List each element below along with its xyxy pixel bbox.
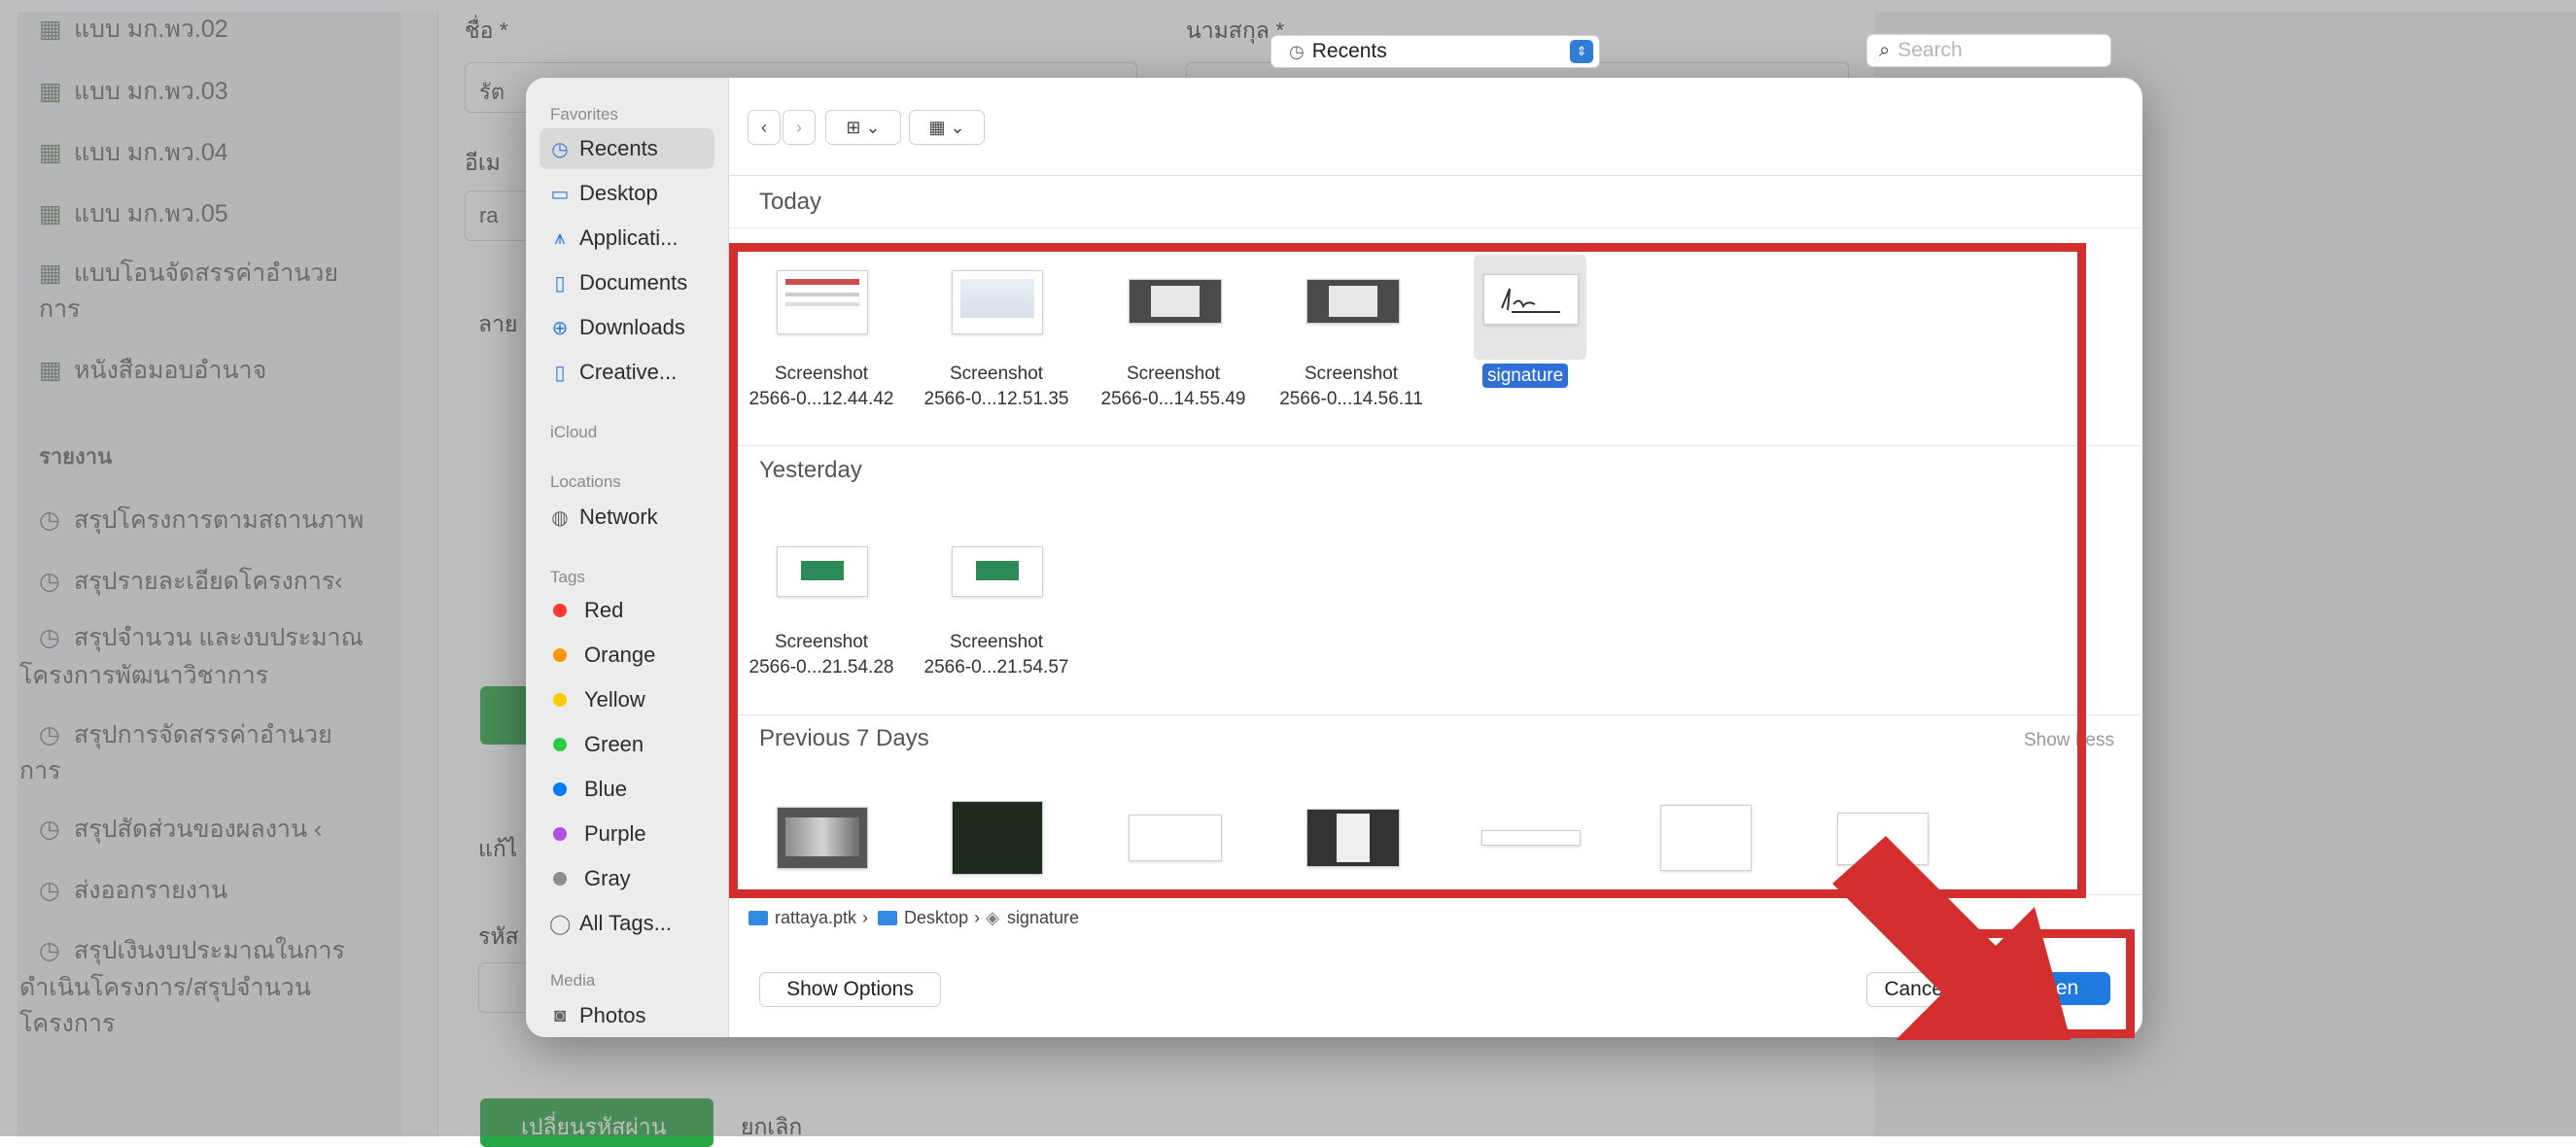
document-icon: ▯ [554, 272, 566, 295]
folder-icon [878, 910, 898, 925]
grid-view-icon: ⊞ ⌄ [846, 117, 881, 137]
search-icon: ⌕ [1879, 39, 1891, 61]
icloud-heading: iCloud [550, 423, 598, 441]
arrow-icon [1832, 836, 2071, 1040]
file-icon: ▯ [554, 362, 566, 384]
group-by-button[interactable]: ▦ ⌄ [909, 110, 985, 145]
tag-purple[interactable]: Purple [540, 814, 714, 854]
search-input[interactable]: ⌕ Search [1866, 34, 2111, 67]
locations-heading: Locations [550, 472, 621, 491]
favorites-heading: Favorites [550, 105, 618, 123]
folder-icon [748, 910, 768, 925]
separator [729, 227, 2141, 228]
tag-gray[interactable]: Gray [540, 858, 714, 899]
sidebar-item-downloads[interactable]: ⊕ Downloads [540, 307, 714, 348]
camera-icon: ◙ [553, 1004, 567, 1026]
tag-dot-icon [553, 604, 567, 617]
dialog-toolbar: ‹ › ⊞ ⌄ ▦ ⌄ [728, 78, 2142, 176]
tag-green[interactable]: Green [540, 724, 714, 765]
tag-orange[interactable]: Orange [540, 635, 714, 676]
tag-blue[interactable]: Blue [540, 769, 714, 810]
tag-dot-icon [553, 872, 567, 886]
forward-button[interactable]: › [783, 110, 816, 145]
tag-dot-icon [553, 782, 567, 796]
path-file[interactable]: signature [1007, 908, 1079, 928]
download-icon: ⊕ [551, 317, 569, 339]
clock-icon: ◷ [1289, 41, 1305, 61]
location-popup[interactable]: ◷ Recents ⇕ [1271, 35, 1600, 68]
tag-yellow[interactable]: Yellow [540, 679, 714, 720]
sidebar-item-applications[interactable]: ⩚ Applicati... [540, 218, 714, 259]
dialog-sidebar: Favorites ◷ Recents ▭ Desktop ⩚ Applicati..… [526, 78, 729, 1037]
sidebar-item-network[interactable]: ◍ Network [540, 497, 714, 538]
sidebar-item-creative[interactable]: ▯ Creative... [540, 352, 714, 393]
sidebar-item-documents[interactable]: ▯ Documents [540, 262, 714, 303]
tag-red[interactable]: Red [540, 590, 714, 631]
sidebar-item-recents[interactable]: ◷ Recents [540, 128, 714, 169]
tag-dot-icon [553, 648, 567, 662]
desktop-icon: ▭ [550, 183, 570, 205]
sidebar-item-desktop[interactable]: ▭ Desktop [540, 173, 714, 214]
sidebar-item-all-tags[interactable]: ◯ All Tags... [540, 903, 714, 944]
group-icon: ▦ ⌄ [928, 117, 965, 137]
path-folder[interactable]: Desktop [904, 908, 968, 928]
globe-icon: ◍ [551, 506, 569, 529]
file-list-highlight-box [729, 243, 2086, 898]
path-user[interactable]: rattaya.ptk [775, 908, 856, 928]
applications-icon: ⩚ [554, 226, 566, 249]
chevron-updown-icon: ⇕ [1570, 40, 1593, 63]
tag-dot-icon [553, 738, 567, 751]
arrow-shape [1832, 836, 2071, 1040]
tag-dot-icon [553, 693, 567, 707]
back-button[interactable]: ‹ [748, 110, 781, 145]
image-file-icon: ◈ [986, 907, 999, 927]
clock-icon: ◷ [551, 138, 569, 160]
group-heading-today: Today [759, 189, 822, 215]
tag-outline-icon: ◯ [549, 913, 572, 935]
tag-dot-icon [553, 827, 567, 841]
media-heading: Media [550, 971, 596, 990]
tags-heading: Tags [550, 568, 585, 586]
view-mode-button[interactable]: ⊞ ⌄ [825, 110, 901, 145]
sidebar-item-photos[interactable]: ◙ Photos [540, 995, 714, 1036]
show-options-button[interactable]: Show Options [759, 972, 941, 1007]
